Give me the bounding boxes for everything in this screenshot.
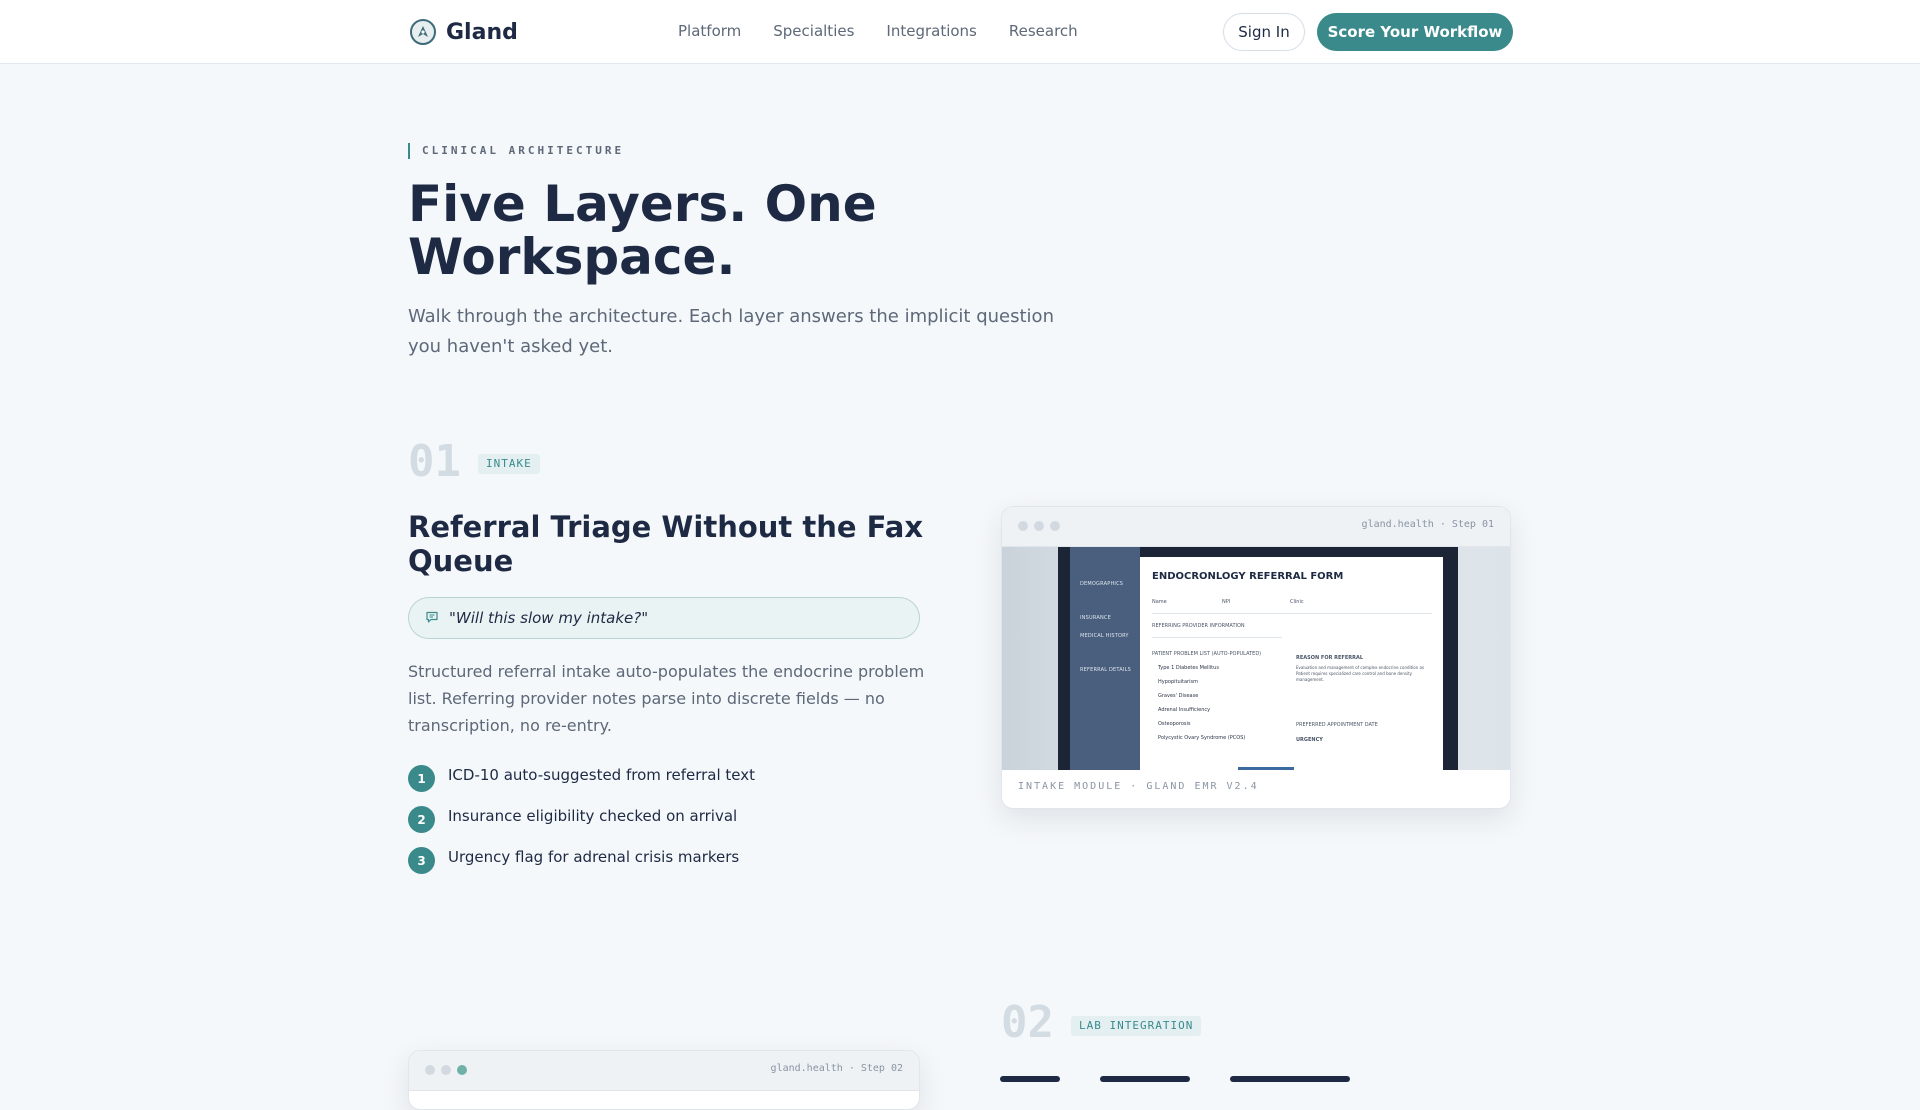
section-eyebrow: CLINICAL ARCHITECTURE bbox=[408, 143, 624, 159]
emr-section-label: PREFERRED APPOINTMENT DATE bbox=[1296, 722, 1378, 728]
window-dot-icon bbox=[1050, 521, 1060, 531]
step-title: Referral Triage Without the Fax Queue bbox=[408, 510, 924, 578]
feature-text: ICD-10 auto-suggested from referral text bbox=[448, 766, 756, 784]
question-text: "Will this slow my intake?" bbox=[449, 609, 649, 627]
emr-referral-form: ENDOCRONLOGY REFERRAL FORM Name NPI Clin… bbox=[1140, 557, 1443, 770]
nav-link-research[interactable]: Research bbox=[1009, 22, 1078, 40]
brand-logo[interactable]: Gland bbox=[410, 18, 518, 46]
step-title-peek bbox=[1000, 1070, 1420, 1084]
page-subtitle: Walk through the architecture. Each laye… bbox=[408, 306, 1054, 357]
emr-sidebar-item: MEDICAL HISTORY bbox=[1080, 633, 1129, 639]
list-item: 1 ICD-10 auto-suggested from referral te… bbox=[408, 762, 755, 803]
emr-progress-bar bbox=[1238, 767, 1294, 770]
step-number: 02 bbox=[1001, 997, 1054, 1048]
browser-mockup: gland.health · Step 02 bbox=[408, 1050, 920, 1110]
window-dot-icon bbox=[1018, 521, 1028, 531]
emr-divider bbox=[1152, 613, 1432, 614]
main-nav: Platform Specialties Integrations Resear… bbox=[678, 22, 1078, 40]
step-description: Structured referral intake auto-populate… bbox=[408, 662, 925, 735]
emr-reason-text: Evaluation and management of complex end… bbox=[1296, 665, 1425, 682]
emr-problem-item: Hypopituitarism bbox=[1158, 679, 1198, 685]
emr-problem-item: Polycystic Ovary Syndrome (PCOS) bbox=[1158, 735, 1246, 741]
nav-link-platform[interactable]: Platform bbox=[678, 22, 741, 40]
browser-toolbar: gland.health · Step 01 bbox=[1002, 507, 1510, 547]
emr-problem-item: Graves' Disease bbox=[1158, 693, 1199, 699]
window-dot-icon bbox=[425, 1065, 435, 1075]
feature-text: Urgency flag for adrenal crisis markers bbox=[448, 848, 740, 866]
page-title: Five Layers. One Workspace. bbox=[408, 175, 877, 286]
step-badge: 1 bbox=[408, 765, 435, 792]
window-dot-icon bbox=[441, 1065, 451, 1075]
implicit-question: "Will this slow my intake?" bbox=[408, 597, 920, 639]
emr-sidebar-item: DEMOGRAPHICS bbox=[1080, 581, 1124, 587]
step-tag: LAB INTEGRATION bbox=[1071, 1016, 1202, 1036]
title-fragment bbox=[1230, 1076, 1350, 1082]
screenshot-caption: INTAKE MODULE · GLAND EMR V2.4 bbox=[1018, 781, 1259, 792]
step-badge: 2 bbox=[408, 806, 435, 833]
emr-screenshot: DEMOGRAPHICS INSURANCE MEDICAL HISTORY R… bbox=[1002, 547, 1510, 770]
feature-text: Insurance eligibility checked on arrival bbox=[448, 807, 738, 825]
emr-form-title: ENDOCRONLOGY REFERRAL FORM bbox=[1152, 571, 1344, 582]
brand-name: Gland bbox=[446, 19, 518, 45]
emr-problem-item: Osteoporosis bbox=[1158, 721, 1191, 727]
emr-field-label: Name bbox=[1152, 599, 1167, 605]
browser-toolbar: gland.health · Step 02 bbox=[409, 1051, 919, 1091]
emr-field-label: NPI bbox=[1222, 599, 1231, 605]
list-item: 2 Insurance eligibility checked on arriv… bbox=[408, 803, 755, 844]
emr-sidebar: DEMOGRAPHICS INSURANCE MEDICAL HISTORY R… bbox=[1070, 547, 1140, 770]
emr-section-label: URGENCY bbox=[1296, 737, 1323, 743]
emr-sidebar-item: INSURANCE bbox=[1080, 615, 1111, 621]
browser-mockup: gland.health · Step 01 DEMOGRAPHICS INSU… bbox=[1001, 506, 1511, 809]
browser-url: gland.health · Step 01 bbox=[1361, 519, 1494, 530]
window-dot-icon bbox=[1034, 521, 1044, 531]
emr-section-label: REASON FOR REFERRAL bbox=[1296, 655, 1364, 661]
list-item: 3 Urgency flag for adrenal crisis marker… bbox=[408, 844, 755, 885]
emr-section-label: REFERRING PROVIDER INFORMATION bbox=[1152, 623, 1245, 629]
emr-sidebar-item: REFERRAL DETAILS bbox=[1080, 667, 1131, 673]
emr-problem-item: Adrenal Insufficiency bbox=[1158, 707, 1211, 713]
emr-problem-item: Type 1 Diabetes Mellitus bbox=[1158, 665, 1219, 671]
gland-logo-icon bbox=[410, 19, 436, 45]
title-fragment bbox=[1000, 1076, 1060, 1082]
emr-divider bbox=[1152, 637, 1282, 638]
sign-in-button[interactable]: Sign In bbox=[1223, 13, 1305, 51]
step-tag: INTAKE bbox=[478, 454, 540, 474]
step-number: 01 bbox=[408, 436, 461, 487]
nav-link-specialties[interactable]: Specialties bbox=[773, 22, 854, 40]
step-badge: 3 bbox=[408, 847, 435, 874]
emr-section-label: PATIENT PROBLEM LIST (AUTO-POPULATED) bbox=[1152, 651, 1262, 657]
score-workflow-button[interactable]: Score Your Workflow bbox=[1317, 13, 1513, 51]
window-dot-icon bbox=[457, 1065, 467, 1075]
title-fragment bbox=[1100, 1076, 1190, 1082]
top-nav: Gland Platform Specialties Integrations … bbox=[0, 0, 1920, 64]
nav-link-integrations[interactable]: Integrations bbox=[886, 22, 976, 40]
feature-list: 1 ICD-10 auto-suggested from referral te… bbox=[408, 762, 755, 885]
emr-field-label: Clinic bbox=[1290, 599, 1304, 605]
browser-url: gland.health · Step 02 bbox=[770, 1063, 903, 1074]
speech-bubble-icon bbox=[425, 609, 439, 628]
